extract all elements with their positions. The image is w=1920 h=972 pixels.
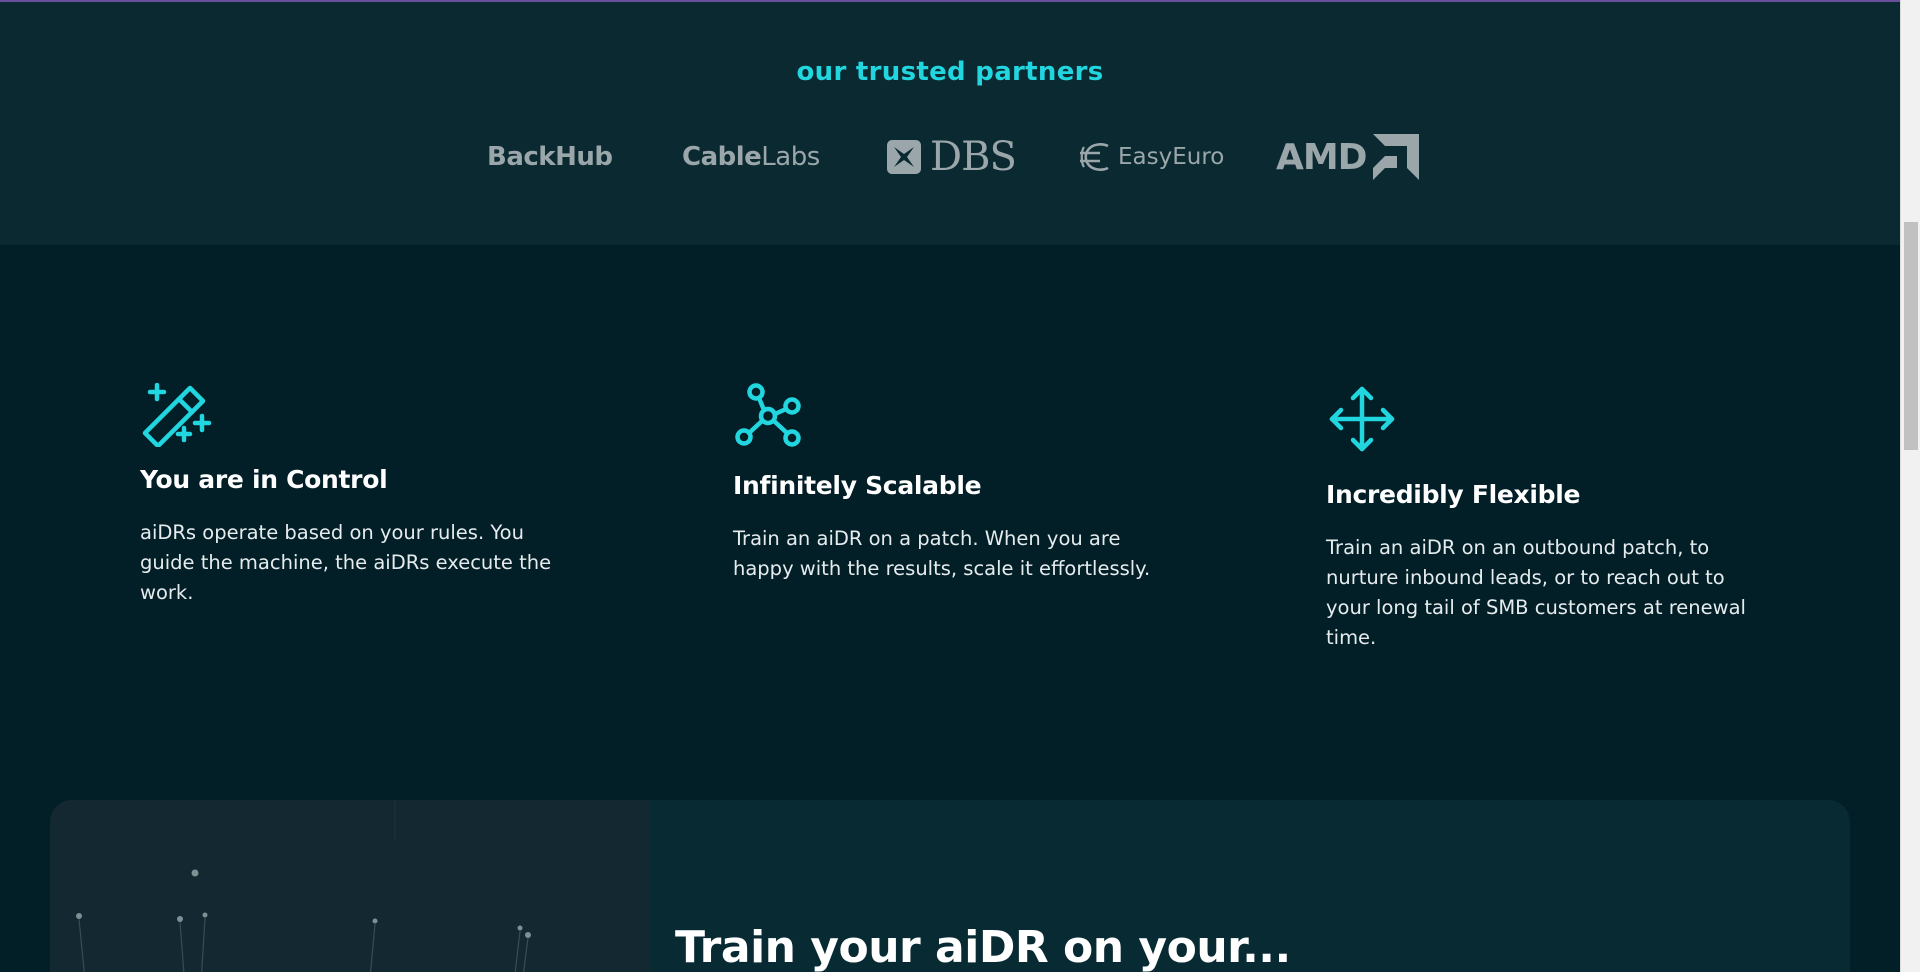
particles-graphic (76, 800, 531, 972)
backhub-logo-text: BackHub (487, 142, 613, 172)
partner-logos: BackHub Cable Labs DBS EasyEuro AMD (0, 127, 1900, 187)
cablelabs-logo-bold: Cable (682, 142, 762, 172)
amd-arrow-icon (1372, 134, 1419, 180)
easyeuro-logo-text: EasyEuro (1118, 144, 1225, 170)
scrollbar-thumb[interactable] (1904, 222, 1918, 450)
easyeuro-logo: EasyEuro (1078, 127, 1224, 187)
dbs-logo-text: DBS (930, 134, 1017, 180)
amd-logo-text: AMD (1276, 136, 1368, 178)
train-card: Train your aiDR on your... (50, 800, 1850, 972)
cablelabs-logo: Cable Labs (682, 127, 820, 187)
cablelabs-logo-light: Labs (761, 142, 820, 172)
features-section: You are in Control aiDRs operate based o… (0, 245, 1900, 805)
feature-scalable: Infinitely Scalable Train an aiDR on a p… (733, 383, 1173, 584)
feature-control-title: You are in Control (140, 465, 388, 494)
feature-scalable-description: Train an aiDR on a patch. When you are h… (733, 527, 1151, 580)
network-nodes-icon (735, 383, 801, 447)
magic-wand-icon (142, 383, 212, 447)
feature-flexible-description: Train an aiDR on an outbound patch, to n… (1326, 536, 1746, 649)
feature-control: You are in Control aiDRs operate based o… (140, 383, 580, 608)
partners-section: our trusted partners BackHub Cable Labs D… (0, 2, 1900, 245)
page-scrollbar[interactable] (1900, 0, 1920, 972)
dbs-star-icon (887, 140, 921, 174)
train-heading: Train your aiDR on your... (675, 922, 1291, 972)
partners-title: our trusted partners (796, 57, 1104, 87)
feature-flexible: Incredibly Flexible Train an aiDR on an … (1326, 383, 1766, 653)
amd-logo: AMD (1276, 127, 1421, 187)
dbs-logo: DBS (886, 127, 1017, 187)
feature-scalable-title: Infinitely Scalable (733, 471, 982, 500)
feature-flexible-title: Incredibly Flexible (1326, 480, 1581, 509)
move-arrows-icon (1329, 386, 1395, 452)
backhub-logo: BackHub (487, 127, 613, 187)
train-visual-animation (50, 800, 650, 972)
euro-sign-icon (1080, 143, 1109, 171)
feature-control-description: aiDRs operate based on your rules. You g… (140, 521, 552, 604)
